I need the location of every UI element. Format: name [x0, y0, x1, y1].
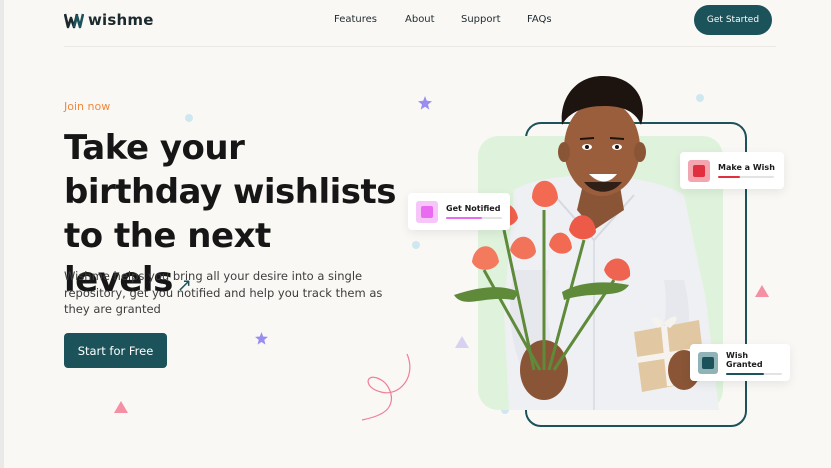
triangle-decoration: [755, 285, 769, 297]
nav-link-support[interactable]: Support: [461, 14, 501, 25]
make-a-wish-card: Make a Wish: [680, 152, 784, 189]
star-decoration: [418, 96, 432, 110]
star-decoration: [255, 332, 268, 345]
get-notified-label: Get Notified: [446, 204, 501, 213]
header-divider: [64, 46, 776, 47]
dot-decoration: [185, 114, 193, 122]
start-for-free-button[interactable]: Start for Free: [64, 333, 167, 368]
wish-granted-label: Wish Granted: [726, 350, 763, 369]
wish-granted-progress: [726, 372, 782, 375]
get-notified-card: Get Notified: [408, 193, 510, 230]
hero-description: Wishme helps you bring all your desire i…: [64, 269, 383, 316]
wish-granted-icon: [698, 351, 718, 374]
get-notified-icon: [416, 200, 438, 223]
join-now-link[interactable]: Join now: [64, 100, 110, 113]
landing-page: wishme Features About Support FAQs Get S…: [4, 0, 831, 468]
dot-decoration: [412, 241, 420, 249]
swirl-decoration: [361, 353, 411, 421]
make-a-wish-label: Make a Wish: [718, 163, 775, 172]
get-started-button[interactable]: Get Started: [694, 5, 772, 35]
make-a-wish-progress: [718, 176, 774, 178]
make-a-wish-icon: [688, 159, 710, 182]
nav-link-about[interactable]: About: [405, 14, 435, 25]
nav-link-faqs[interactable]: FAQs: [527, 14, 552, 25]
wm-logo-icon: [64, 13, 84, 28]
nav-link-features[interactable]: Features: [334, 14, 377, 25]
wish-granted-card: Wish Granted: [690, 344, 790, 381]
get-notified-progress: [446, 217, 502, 219]
brand-name: wishme: [88, 11, 154, 29]
brand-logo[interactable]: wishme: [64, 11, 154, 29]
triangle-decoration: [114, 401, 128, 413]
